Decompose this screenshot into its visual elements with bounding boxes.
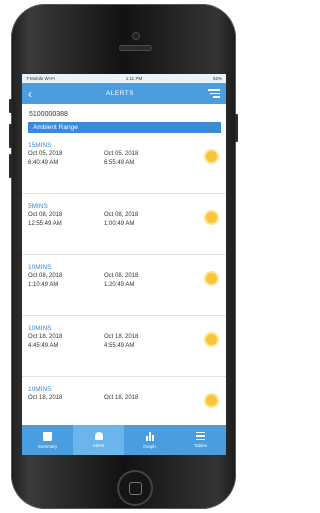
- tab-label: Alerts: [92, 443, 105, 448]
- alert-start-date: Oct 05, 2018: [28, 151, 63, 157]
- device-id: 5100000388: [29, 111, 68, 118]
- alert-duration: 15MINS: [28, 142, 52, 149]
- nav-bar: ‹ ALERTS: [22, 83, 226, 104]
- sun-icon: [206, 395, 217, 406]
- sun-icon: [206, 212, 217, 223]
- alert-duration: 10MINS: [28, 386, 52, 393]
- app-screen: T-Mobile Wi-Fi 1:11 PM 52% ‹ ALERTS 5100…: [22, 74, 226, 455]
- sun-icon: [206, 334, 217, 345]
- alert-end-time: 1:00:49 AM: [104, 221, 135, 227]
- tab-alerts[interactable]: Alerts: [73, 425, 124, 455]
- alert-end-date: Oct 18, 2018: [104, 334, 139, 340]
- alert-duration: 5MINS: [28, 203, 48, 210]
- page-title: ALERTS: [105, 90, 135, 97]
- alert-start-date: Oct 08, 2018: [28, 273, 63, 279]
- battery-level: 52%: [212, 76, 222, 81]
- tab-label: Tables: [193, 443, 207, 449]
- clipboard-icon: [43, 431, 52, 441]
- chevron-left-icon[interactable]: ‹: [28, 88, 32, 100]
- alert-row[interactable]: 5MINS Oct 08, 2018 12:55:49 AM Oct 08, 20…: [22, 194, 226, 255]
- menu-icon[interactable]: [207, 89, 220, 98]
- tab-summary[interactable]: Summary: [22, 425, 73, 455]
- sun-icon: [206, 273, 217, 284]
- alert-start-time: 1:10:49 AM: [28, 282, 59, 288]
- power-button: [235, 114, 238, 142]
- front-camera: [133, 33, 139, 39]
- tab-label: Graph: [143, 443, 156, 449]
- tab-label: Summary: [37, 443, 58, 449]
- alert-end-time: 6:55:49 AM: [104, 160, 135, 166]
- volume-down-button: [9, 154, 12, 178]
- alerts-list: 15MINS Oct 05, 2018 6:40:49 AM Oct 05, 20…: [22, 133, 226, 438]
- alert-end-date: Oct 08, 2018: [104, 273, 139, 279]
- alert-duration: 10MINS: [28, 264, 52, 271]
- alert-start-time: 4:45:49 AM: [28, 343, 59, 349]
- mute-switch: [9, 99, 12, 113]
- alert-start-time: 6:40:49 AM: [28, 160, 59, 166]
- volume-up-button: [9, 124, 12, 148]
- earpiece-speaker: [120, 46, 151, 50]
- tab-bar: Summary Alerts Graph Tables: [22, 425, 226, 455]
- range-label: Ambient Range: [33, 124, 78, 131]
- alert-start-date: Oct 08, 2018: [28, 212, 63, 218]
- carrier-label: T-Mobile Wi-Fi: [26, 76, 55, 81]
- alert-row[interactable]: 10MINS Oct 18, 2018 4:45:49 AM Oct 18, 20…: [22, 316, 226, 377]
- alert-start-date: Oct 18, 2018: [28, 395, 63, 401]
- sun-icon: [206, 151, 217, 162]
- alert-row[interactable]: 10MINS Oct 08, 2018 1:10:49 AM Oct 08, 20…: [22, 255, 226, 316]
- home-button[interactable]: [119, 472, 151, 504]
- tab-tables[interactable]: Tables: [175, 425, 226, 455]
- alert-end-time: 4:55:49 AM: [104, 343, 135, 349]
- alert-start-date: Oct 18, 2018: [28, 334, 63, 340]
- bell-icon: [94, 432, 103, 440]
- range-header: Ambient Range: [28, 122, 221, 133]
- status-bar: T-Mobile Wi-Fi 1:11 PM 52%: [22, 74, 226, 83]
- tab-graph[interactable]: Graph: [124, 425, 175, 455]
- alert-end-time: 1:20:49 AM: [104, 282, 135, 288]
- alert-end-date: Oct 08, 2018: [104, 212, 139, 218]
- alert-duration: 10MINS: [28, 325, 52, 332]
- alert-start-time: 12:55:49 AM: [28, 221, 62, 227]
- bar-chart-icon: [145, 431, 154, 441]
- list-icon: [196, 431, 205, 441]
- status-time: 1:11 PM: [125, 76, 143, 81]
- alert-row[interactable]: 15MINS Oct 05, 2018 6:40:49 AM Oct 05, 20…: [22, 133, 226, 194]
- alert-end-date: Oct 05, 2018: [104, 151, 139, 157]
- alert-end-date: Oct 18, 2018: [104, 395, 139, 401]
